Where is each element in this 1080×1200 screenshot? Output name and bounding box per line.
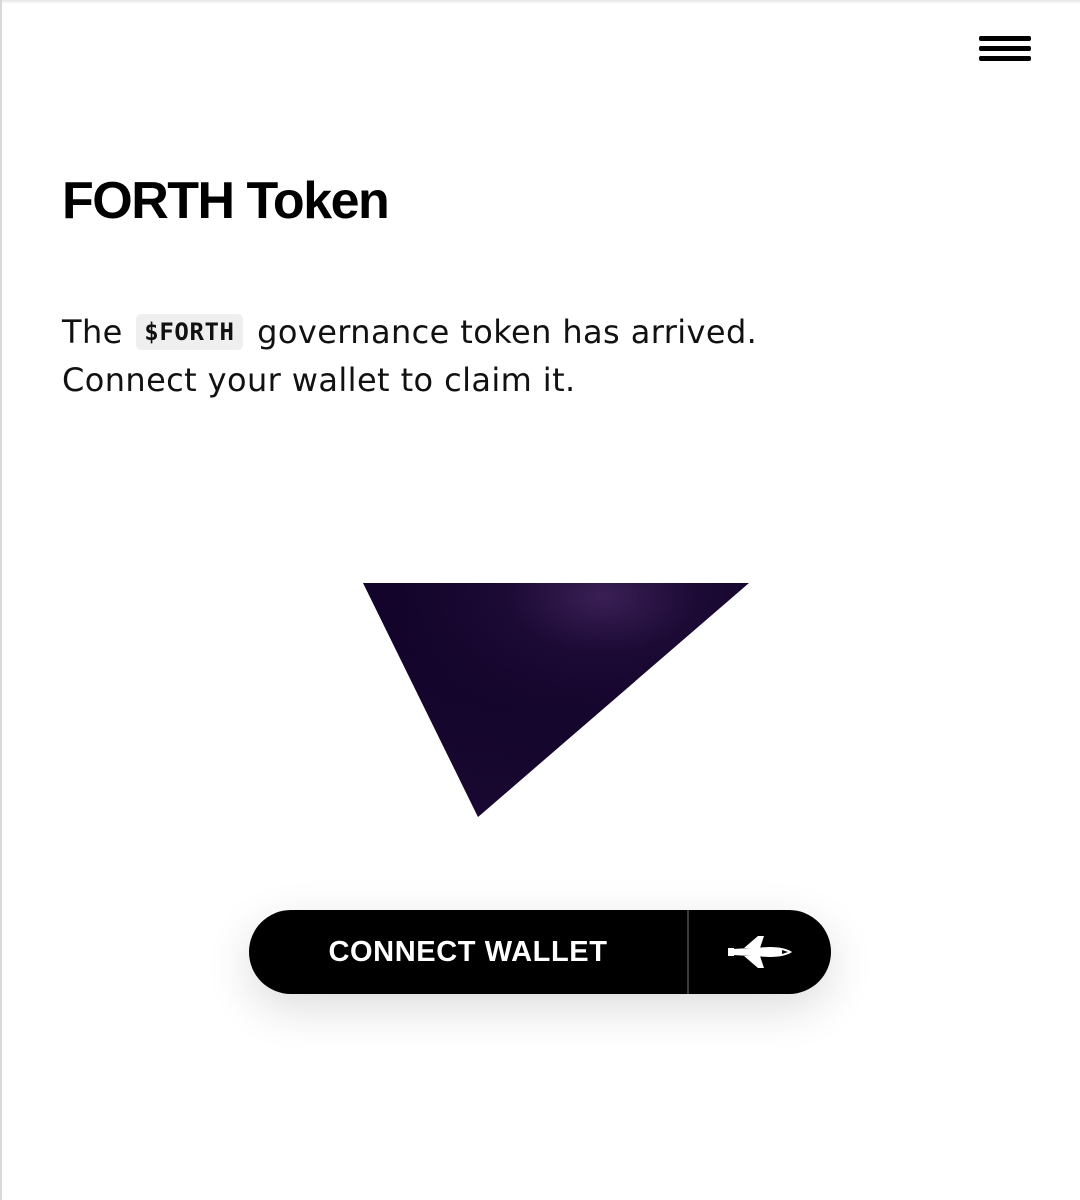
menu-bar-bottom [979,56,1031,61]
hamburger-menu-icon[interactable] [976,32,1034,68]
menu-bar-middle [979,46,1031,51]
forth-token-triangle [363,583,749,817]
connect-wallet-button[interactable]: CONNECT WALLET [249,910,831,994]
triangle-shade [363,583,749,817]
intro-suffix: governance token has arrived. [257,313,758,351]
intro-line-2: Connect your wallet to claim it. [62,361,576,399]
intro-text: The $FORTH governance token has arrived.… [62,308,1042,404]
token-symbol-code: $FORTH [136,314,243,350]
intro-line-1: The $FORTH governance token has arrived. [62,308,1042,356]
menu-bar-top [979,36,1031,41]
intro-prefix: The [62,313,123,351]
page-title: FORTH Token [62,172,390,230]
top-border [0,0,1080,4]
connect-wallet-label: CONNECT WALLET [328,935,608,968]
left-border [0,0,2,1200]
space-shuttle-icon [689,910,831,994]
